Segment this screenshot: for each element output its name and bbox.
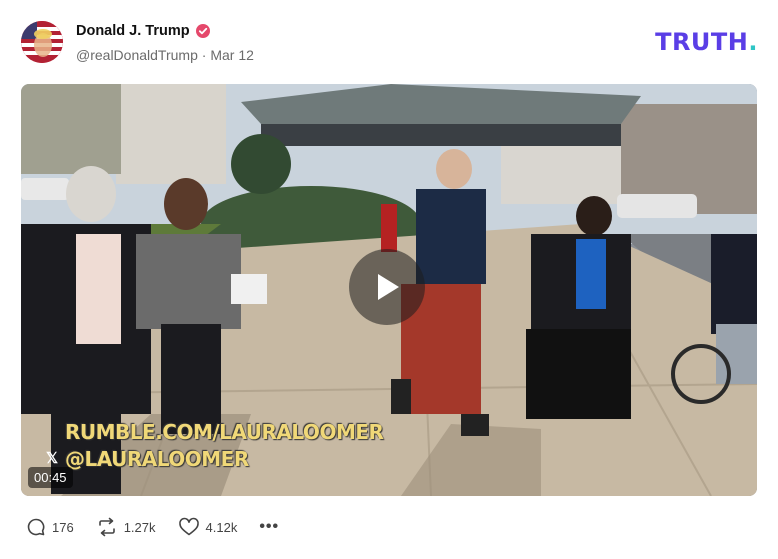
repost-count: 1.27k (123, 519, 156, 535)
video-duration: 00:45 (28, 467, 73, 488)
like-count: 4.12k (205, 519, 238, 535)
post-actions: 176 1.27k 4.12k ••• (26, 517, 279, 537)
author-handle[interactable]: @realDonaldTrump (76, 47, 198, 63)
like-button[interactable]: 4.12k (178, 517, 238, 537)
avatar-image (21, 21, 63, 63)
video-overlay-line2: @LAURALOOMER (65, 447, 249, 471)
meta-separator: · (197, 47, 211, 63)
repost-icon (98, 517, 115, 537)
author-avatar[interactable] (21, 21, 63, 63)
verified-badge-icon (195, 24, 210, 38)
truth-social-logo[interactable]: TRUTH. (655, 28, 758, 56)
video-player[interactable]: 𝕏 RUMBLE.COM/LAURALOOMER @LAURALOOMER 00… (21, 84, 757, 496)
reply-count: 176 (52, 519, 74, 535)
post-meta: @realDonaldTrump · Mar 12 (76, 47, 254, 63)
more-options-button[interactable]: ••• (259, 518, 279, 536)
play-icon (378, 274, 399, 300)
reply-button[interactable]: 176 (26, 517, 74, 537)
reply-icon (27, 518, 45, 536)
author-name[interactable]: Donald J. Trump (76, 23, 190, 39)
author-name-row: Donald J. Trump (76, 23, 210, 39)
video-overlay-line1: RUMBLE.COM/LAURALOOMER (65, 420, 384, 444)
heart-icon (178, 517, 199, 536)
repost-button[interactable]: 1.27k (96, 517, 156, 537)
play-button[interactable] (349, 249, 425, 325)
x-logo-icon: 𝕏 (46, 450, 59, 467)
logo-text: TRUTH (655, 28, 749, 56)
post-date[interactable]: Mar 12 (210, 47, 254, 63)
logo-dot: . (748, 28, 758, 56)
